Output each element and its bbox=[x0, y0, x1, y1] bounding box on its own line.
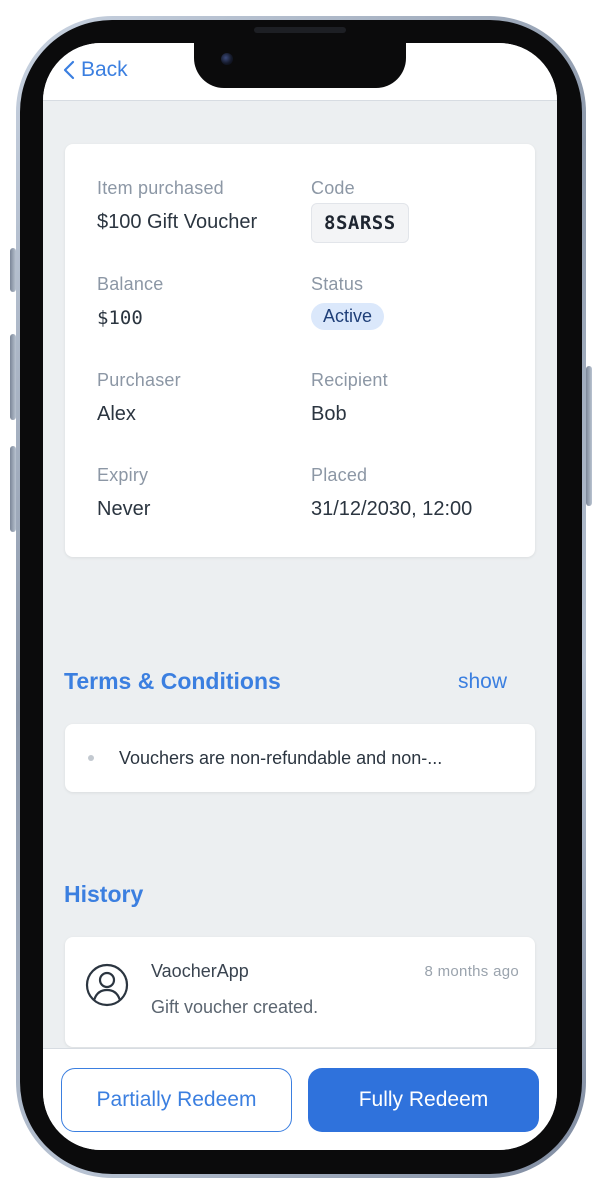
placed-value: 31/12/2030, 12:00 bbox=[311, 498, 473, 520]
terms-item: Vouchers are non-refundable and non-... bbox=[119, 748, 443, 768]
terms-title: Terms & Conditions bbox=[64, 668, 281, 694]
placed-field: Placed 31/12/2030, 12:00 bbox=[311, 465, 472, 521]
status-field: Status Active bbox=[311, 274, 385, 330]
recipient-label: Recipient bbox=[311, 370, 388, 390]
back-label: Back bbox=[81, 58, 128, 81]
recipient-value: Bob bbox=[311, 403, 347, 425]
expiry-label: Expiry bbox=[97, 465, 149, 485]
item-purchased-value: $100 Gift Voucher bbox=[97, 211, 258, 233]
action-bar: Partially Redeem Fully Redeem bbox=[43, 1048, 557, 1150]
history-time: 8 months ago bbox=[424, 963, 519, 980]
phone-side-button bbox=[586, 366, 592, 506]
balance-label: Balance bbox=[97, 274, 164, 294]
code-field: Code 8SARSS bbox=[311, 178, 409, 243]
item-purchased-field: Item purchased $100 Gift Voucher bbox=[97, 178, 257, 234]
phone-side-button bbox=[10, 248, 16, 292]
voucher-details-card: Item purchased $100 Gift Voucher Code 8S… bbox=[65, 144, 535, 557]
camera-icon bbox=[221, 53, 233, 65]
status-label: Status bbox=[311, 274, 364, 294]
history-message: Gift voucher created. bbox=[151, 997, 319, 1017]
status-badge: Active bbox=[311, 303, 385, 330]
bullet-icon bbox=[88, 755, 94, 761]
chevron-left-icon bbox=[63, 60, 75, 80]
expiry-value: Never bbox=[97, 498, 151, 520]
code-label: Code bbox=[311, 178, 355, 198]
notch bbox=[194, 43, 406, 88]
history-entry: VaocherApp 8 months ago Gift voucher cre… bbox=[65, 937, 535, 1047]
balance-value: $100 bbox=[97, 307, 143, 329]
purchaser-value: Alex bbox=[97, 403, 136, 425]
terms-card: Vouchers are non-refundable and non-... bbox=[65, 724, 535, 792]
expiry-field: Expiry Never bbox=[97, 465, 150, 521]
purchaser-label: Purchaser bbox=[97, 370, 181, 390]
history-title: History bbox=[64, 881, 144, 907]
voucher-code[interactable]: 8SARSS bbox=[311, 203, 409, 243]
fully-redeem-button[interactable]: Fully Redeem bbox=[308, 1068, 539, 1132]
partially-redeem-button[interactable]: Partially Redeem bbox=[61, 1068, 292, 1132]
placed-label: Placed bbox=[311, 465, 368, 485]
history-actor: VaocherApp bbox=[151, 961, 249, 981]
terms-show-link[interactable]: show bbox=[458, 670, 507, 694]
user-circle-icon bbox=[85, 963, 129, 1007]
recipient-field: Recipient Bob bbox=[311, 370, 388, 426]
back-button[interactable]: Back bbox=[63, 58, 128, 82]
app-screen: Back Item purchased $100 Gift Voucher Co… bbox=[43, 43, 557, 1150]
purchaser-field: Purchaser Alex bbox=[97, 370, 181, 426]
phone-side-button bbox=[10, 334, 16, 420]
speaker-grille bbox=[254, 27, 346, 33]
balance-field: Balance $100 bbox=[97, 274, 163, 329]
item-purchased-label: Item purchased bbox=[97, 178, 224, 198]
phone-side-button bbox=[10, 446, 16, 532]
